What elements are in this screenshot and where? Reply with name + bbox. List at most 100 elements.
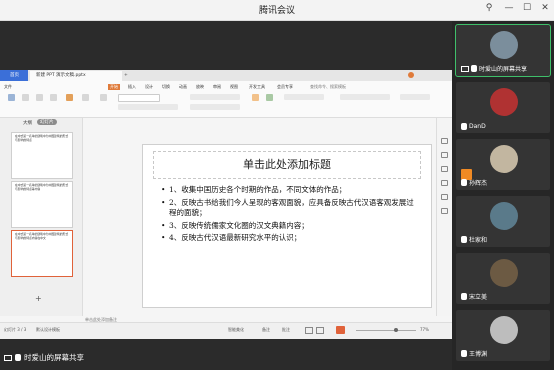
participant-tile[interactable]: 宋立美	[456, 253, 550, 304]
paste-icon[interactable]	[8, 94, 15, 101]
participant-list: 时爱山的屏幕共享 DanD 孙辉杰 杜家和 宋立美 王博渊	[452, 21, 554, 370]
page-indicator: 幻灯片 3 / 3	[4, 327, 27, 332]
user-avatar[interactable]	[408, 72, 414, 78]
sorter-view-icon[interactable]	[316, 327, 324, 334]
close-icon[interactable]: ✕	[538, 3, 552, 13]
mic-icon	[15, 354, 21, 361]
mic-icon	[461, 293, 467, 300]
avatar	[490, 145, 518, 173]
shared-screen-area: 首页 新建 PPT 演示文稿.pptx + 文件 开始 插入 设计 切换 动画 …	[0, 21, 453, 370]
menu-transition[interactable]: 切换	[162, 84, 170, 90]
mic-icon	[461, 350, 467, 357]
picture-icon[interactable]	[266, 94, 273, 101]
window-title: 腾讯会议	[258, 6, 295, 16]
menu-start[interactable]: 开始	[108, 84, 120, 90]
property-pane-icon[interactable]	[441, 180, 448, 186]
participant-name: 宋立美	[469, 294, 488, 301]
pin-icon[interactable]: ⚲	[482, 3, 496, 13]
menu-review[interactable]: 审阅	[213, 84, 221, 90]
participant-tile[interactable]: 杜家和	[456, 196, 550, 247]
maximize-icon[interactable]: ☐	[520, 3, 534, 13]
slide-thumbnail[interactable]: 在中式第一名单的建筑中为中国建筑的形式与影响的特点	[11, 132, 73, 179]
participant-name: 孙辉杰	[469, 180, 488, 187]
screen-share-icon	[461, 65, 469, 72]
menu-insert[interactable]: 插入	[128, 84, 136, 90]
avatar	[490, 202, 518, 230]
minimize-icon[interactable]: —	[502, 3, 516, 13]
play-slideshow-button[interactable]	[336, 326, 345, 334]
panel-tab-slides[interactable]: 幻灯片	[37, 119, 57, 125]
slide-body[interactable]: • 1、收集中国历史各个时期的作品，不同文体的作品； • 2、反映古书给我们今人呈现…	[161, 185, 417, 246]
zoom-slider-thumb[interactable]	[394, 328, 398, 332]
reset-icon[interactable]	[100, 94, 107, 101]
participant-tile[interactable]: 王博渊	[456, 310, 550, 361]
new-tab-button[interactable]: +	[118, 71, 134, 81]
alignment-tools[interactable]	[190, 104, 240, 110]
status-bar: 幻灯片 3 / 3 默认设计模板 智能美化 备注 批注 77%	[0, 322, 452, 339]
menu-file[interactable]: 文件	[4, 84, 12, 90]
bullet-item: • 4、反映古代汉语最新研究水平的认识；	[161, 233, 302, 242]
paragraph-tools[interactable]	[190, 94, 240, 100]
layout-icon[interactable]	[82, 94, 89, 101]
menu-design[interactable]: 设计	[145, 84, 153, 90]
tab-home[interactable]: 首页	[4, 71, 25, 81]
comment-toggle[interactable]: 批注	[282, 327, 290, 333]
more-icon[interactable]	[441, 208, 448, 214]
avatar	[490, 259, 518, 287]
participant-tile[interactable]: 孙辉杰	[456, 139, 550, 190]
add-slide-icon[interactable]: +	[35, 294, 42, 303]
font-family-select[interactable]	[118, 94, 160, 102]
avatar	[490, 31, 518, 59]
command-search[interactable]: 查找命令、搜索模板	[310, 84, 346, 90]
right-tool-rail	[436, 118, 453, 316]
shape-style-tools[interactable]	[284, 94, 324, 100]
tab-document[interactable]: 新建 PPT 演示文稿.pptx	[30, 71, 122, 81]
bullet-text: 1、收集中国历史各个时期的作品，不同文体的作品；	[169, 185, 347, 194]
slide-canvas[interactable]: 单击此处添加标题 • 1、收集中国历史各个时期的作品，不同文体的作品； • 2、反映…	[142, 144, 432, 308]
shared-presentation-app: 首页 新建 PPT 演示文稿.pptx + 文件 开始 插入 设计 切换 动画 …	[0, 70, 453, 339]
bullet-text: 2、反映古书给我们今人呈现的客观面貌，应具备反映古代汉语客观发展过程的面貌；	[169, 197, 414, 218]
participant-name: 王博渊	[469, 351, 488, 358]
smart-beautify-button[interactable]: 智能美化	[228, 327, 244, 333]
menu-slideshow[interactable]: 放映	[196, 84, 204, 90]
bullet-text: 4、反映古代汉语最新研究水平的认识；	[169, 233, 302, 242]
shape-icon[interactable]	[252, 94, 259, 101]
mic-icon	[461, 236, 467, 243]
bullet-item: • 3、反映传统儒家文化圈的汉文典籍内容；	[161, 220, 309, 230]
avatar	[490, 316, 518, 344]
participant-tile[interactable]: DanD	[456, 82, 550, 133]
participant-name: 杜家和	[469, 237, 488, 244]
bullet-item: • 1、收集中国历史各个时期的作品，不同文体的作品；	[161, 185, 347, 194]
format-painter-icon[interactable]	[50, 94, 57, 101]
panel-tab-outline[interactable]: 大纲	[23, 120, 32, 126]
cut-icon[interactable]	[22, 94, 29, 101]
slide-title[interactable]: 单击此处添加标题	[153, 151, 421, 179]
template-icon[interactable]	[441, 138, 448, 144]
animation-pane-icon[interactable]	[441, 152, 448, 158]
notes-toggle[interactable]: 备注	[262, 327, 270, 333]
settings-icon[interactable]	[441, 194, 448, 200]
font-format-tools[interactable]	[118, 104, 178, 110]
find-replace-tools[interactable]	[400, 94, 430, 100]
menu-member[interactable]: 会员专享	[277, 84, 293, 90]
new-slide-icon[interactable]	[66, 94, 73, 101]
shape-pane-icon[interactable]	[441, 166, 448, 172]
menu-developer[interactable]: 开发工具	[249, 84, 265, 90]
slide-thumbnail[interactable]: 在中式第一名单的建筑中为中国建筑的形式与影响的特点等内容	[11, 181, 73, 228]
slide-thumbnail-selected[interactable]: 在中式第一名单的建筑中为中国建筑的形式与影响的特点内容在中文	[11, 230, 73, 277]
arrange-tools[interactable]	[340, 94, 390, 100]
participant-tile[interactable]: 时爱山的屏幕共享	[455, 24, 551, 77]
menu-view[interactable]: 视图	[230, 84, 238, 90]
slide-panel: 大纲 幻灯片 在中式第一名单的建筑中为中国建筑的形式与影响的特点 在中式第一名单…	[0, 118, 83, 316]
normal-view-icon[interactable]	[305, 327, 313, 334]
mic-icon	[461, 179, 467, 186]
mic-icon	[461, 123, 467, 130]
theme-name: 默认设计模板	[36, 327, 60, 332]
avatar	[490, 88, 518, 116]
bullet-item: • 2、反映古书给我们今人呈现的客观面貌，应具备反映古代汉语客观发展过程的面貌；	[161, 198, 417, 219]
copy-icon[interactable]	[36, 94, 43, 101]
thumbnail-text: 在中式第一名单的建筑中为中国建筑的形式与影响的特点等内容	[15, 183, 69, 191]
zoom-slider[interactable]	[356, 330, 416, 331]
menu-animation[interactable]: 动画	[179, 84, 187, 90]
thumbnail-text: 在中式第一名单的建筑中为中国建筑的形式与影响的特点	[15, 134, 69, 142]
